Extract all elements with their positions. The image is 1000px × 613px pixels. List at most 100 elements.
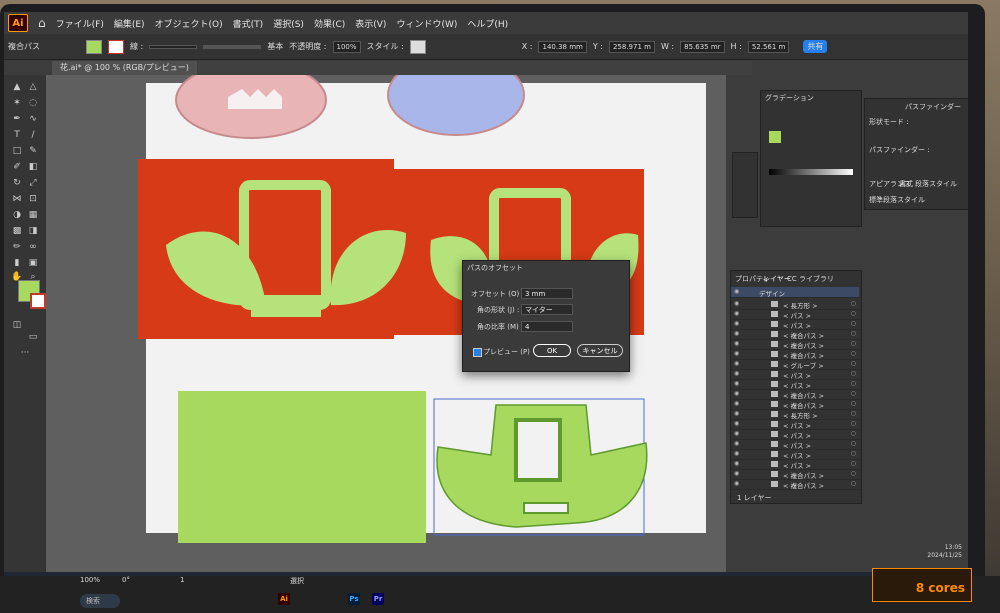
visibility-icon[interactable]: ◉ — [734, 470, 739, 477]
taskbar-search[interactable]: 検索 — [80, 594, 120, 608]
visibility-icon[interactable]: ◉ — [734, 320, 739, 327]
stroke-weight-field[interactable] — [149, 44, 198, 49]
visibility-icon[interactable]: ◉ — [734, 410, 739, 417]
rectangle-tool-icon[interactable]: □ — [10, 145, 24, 157]
gradient-tool-icon[interactable]: ◨ — [26, 225, 40, 237]
draw-mode-icon[interactable]: ◫ — [10, 319, 24, 331]
visibility-icon[interactable]: ◉ — [734, 430, 739, 437]
pathfinder-title[interactable]: パスファインダー — [905, 102, 961, 112]
gradient-swatch[interactable] — [769, 131, 781, 143]
stroke-style-label[interactable]: 基本 — [267, 41, 283, 52]
target-icon[interactable]: ○ — [851, 350, 856, 357]
taskbar-illustrator-icon[interactable]: Ai — [278, 593, 290, 605]
variable-width-field[interactable] — [203, 44, 262, 49]
target-icon[interactable]: ○ — [851, 310, 856, 317]
lasso-icon[interactable]: ◌ — [26, 97, 40, 109]
menu-type[interactable]: 書式(T) — [233, 17, 264, 30]
h-field[interactable]: 52.561 m — [747, 40, 790, 53]
paintbrush-icon[interactable]: ✎ — [26, 145, 40, 157]
visibility-icon[interactable]: ◉ — [734, 380, 739, 387]
layer-root[interactable]: ◉ デザイン — [731, 287, 859, 298]
target-icon[interactable]: ○ — [851, 370, 856, 377]
w-field[interactable]: 85.635 mr — [680, 40, 725, 53]
graph-tool-icon[interactable]: ▮ — [10, 257, 24, 269]
screen-mode-icon[interactable]: ▭ — [26, 331, 40, 343]
ok-button[interactable]: OK — [533, 344, 571, 357]
visibility-icon[interactable]: ◉ — [734, 310, 739, 317]
pen-tool-icon[interactable]: ✒ — [10, 113, 24, 125]
menu-edit[interactable]: 編集(E) — [114, 17, 145, 30]
shape-builder-icon[interactable]: ◑ — [10, 209, 24, 221]
line-tool-icon[interactable]: / — [26, 129, 40, 141]
gradient-slider[interactable] — [769, 169, 853, 175]
graphic-style-swatch[interactable] — [409, 39, 426, 54]
free-transform-icon[interactable]: ⊡ — [26, 193, 40, 205]
taskbar-photoshop-icon[interactable]: Ps — [348, 593, 360, 605]
menu-select[interactable]: 選択(S) — [273, 17, 304, 30]
target-icon[interactable]: ○ — [851, 360, 856, 367]
visibility-icon[interactable]: ◉ — [734, 370, 739, 377]
visibility-icon[interactable]: ◉ — [734, 420, 739, 427]
visibility-icon[interactable]: ◉ — [734, 360, 739, 367]
fill-color-swatch[interactable] — [86, 39, 102, 54]
visibility-icon[interactable]: ◉ — [734, 440, 739, 447]
artboard-number[interactable]: 1 — [180, 576, 184, 584]
target-icon[interactable]: ○ — [851, 460, 856, 467]
clock[interactable]: 13:05 2024/11/25 — [927, 544, 962, 560]
menu-help[interactable]: ヘルプ(H) — [467, 17, 508, 30]
visibility-icon[interactable]: ◉ — [734, 400, 739, 407]
target-icon[interactable]: ○ — [851, 430, 856, 437]
visibility-icon[interactable]: ◉ — [734, 450, 739, 457]
menu-view[interactable]: 表示(V) — [355, 17, 386, 30]
perspective-grid-icon[interactable]: ▦ — [26, 209, 40, 221]
layer-row[interactable]: ◉ < 複合パス > ○ — [731, 479, 859, 490]
eyedropper-icon[interactable]: ✏ — [10, 241, 24, 253]
visibility-icon[interactable]: ◉ — [734, 300, 739, 307]
target-icon[interactable]: ○ — [851, 470, 856, 477]
preview-checkbox[interactable] — [473, 348, 482, 357]
menu-window[interactable]: ウィンドウ(W) — [396, 17, 457, 30]
paragraph-style-tab[interactable]: 段落スタイル — [915, 179, 957, 189]
opacity-field[interactable]: 100% — [332, 40, 361, 53]
zoom-level[interactable]: 100% — [80, 576, 100, 584]
x-field[interactable]: 140.38 mm — [538, 40, 587, 53]
default-paragraph-style[interactable]: 標準段落スタイル — [869, 195, 925, 205]
visibility-icon[interactable]: ◉ — [734, 460, 739, 467]
curvature-tool-icon[interactable]: ∿ — [26, 113, 40, 125]
target-icon[interactable]: ○ — [851, 420, 856, 427]
target-icon[interactable]: ○ — [851, 450, 856, 457]
target-icon[interactable]: ○ — [851, 480, 856, 487]
more-tools-icon[interactable]: ··· — [18, 347, 32, 359]
type-tab[interactable]: 書式 — [899, 179, 913, 189]
document-tab[interactable]: 花.ai* @ 100 % (RGB/プレビュー) — [52, 61, 197, 75]
stroke-color-box[interactable] — [30, 293, 46, 309]
width-tool-icon[interactable]: ⋈ — [10, 193, 24, 205]
blue-shape[interactable] — [387, 75, 525, 136]
target-icon[interactable]: ○ — [851, 340, 856, 347]
rotate-tool-icon[interactable]: ↻ — [10, 177, 24, 189]
target-icon[interactable]: ○ — [851, 390, 856, 397]
target-icon[interactable]: ○ — [851, 300, 856, 307]
visibility-icon[interactable]: ◉ — [734, 350, 739, 357]
target-icon[interactable]: ○ — [851, 400, 856, 407]
cc-libraries-tab[interactable]: CC ライブラリ — [787, 274, 834, 284]
target-icon[interactable]: ○ — [851, 410, 856, 417]
menu-effect[interactable]: 効果(C) — [314, 17, 345, 30]
artboard-tool-icon[interactable]: ▣ — [26, 257, 40, 269]
taskbar-premiere-icon[interactable]: Pr — [372, 593, 384, 605]
green-rectangle[interactable] — [178, 391, 426, 543]
eraser-icon[interactable]: ◧ — [26, 161, 40, 173]
miter-input[interactable]: 4 — [521, 321, 573, 332]
menu-object[interactable]: オブジェクト(O) — [155, 17, 223, 30]
target-icon[interactable]: ○ — [851, 330, 856, 337]
scale-tool-icon[interactable]: ⤢ — [26, 177, 40, 189]
visibility-icon[interactable]: ◉ — [734, 480, 739, 487]
target-icon[interactable]: ○ — [851, 440, 856, 447]
type-tool-icon[interactable]: T — [10, 129, 24, 141]
visibility-icon[interactable]: ◉ — [734, 340, 739, 347]
direct-selection-tool-icon[interactable]: △ — [26, 81, 40, 93]
blend-tool-icon[interactable]: ∞ — [26, 241, 40, 253]
shaper-tool-icon[interactable]: ✐ — [10, 161, 24, 173]
offset-input[interactable]: 3 mm — [521, 288, 573, 299]
rotation-level[interactable]: 0° — [122, 576, 130, 584]
